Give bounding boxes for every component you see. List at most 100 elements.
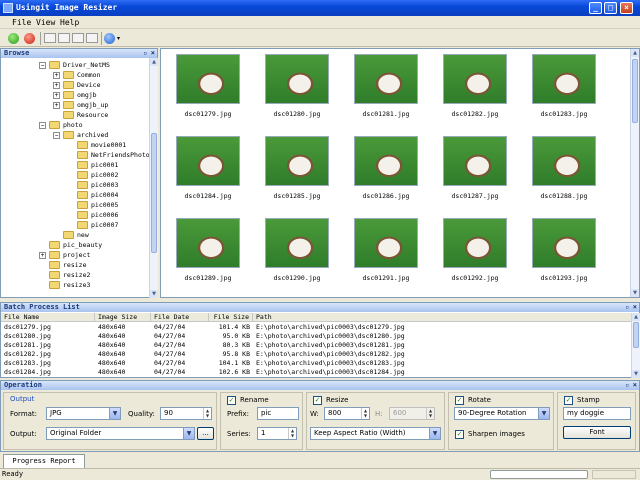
dog-photo-thumbnail[interactable] bbox=[265, 54, 329, 104]
expand-icon[interactable]: + bbox=[39, 251, 46, 259]
table-row[interactable]: dsc01284.jpg 480x640 04/27/04 102.6 KB E:\ph… bbox=[1, 368, 631, 377]
prefix-input[interactable]: pic bbox=[257, 407, 299, 420]
rotation-select[interactable]: 90-Degree Rotation ▼ bbox=[454, 407, 550, 420]
thumbnail-item[interactable]: dsc01279.jpg bbox=[176, 54, 240, 118]
table-row[interactable]: dsc01281.jpg 480x640 04/27/04 80.3 KB E:\pho… bbox=[1, 341, 631, 350]
scroll-thumb[interactable] bbox=[633, 322, 639, 348]
scroll-thumb[interactable] bbox=[632, 59, 638, 123]
width-stepper[interactable]: 800 ▲ ▼ bbox=[324, 407, 370, 420]
rotate-checkbox[interactable]: ✓ bbox=[455, 396, 464, 405]
thumbnail-item[interactable]: dsc01290.jpg bbox=[265, 218, 329, 282]
expand-icon[interactable]: + bbox=[53, 81, 60, 89]
browse-scrollbar[interactable]: ▲ ▼ bbox=[149, 58, 158, 298]
chevron-down-icon[interactable]: ▾ bbox=[117, 35, 120, 42]
table-row[interactable]: dsc01282.jpg 480x640 04/27/04 95.8 KB E:\pho… bbox=[1, 350, 631, 359]
thumbnail-item[interactable]: dsc01288.jpg bbox=[532, 136, 596, 200]
scroll-up-arrow[interactable]: ▲ bbox=[150, 58, 158, 66]
rename-checkbox[interactable]: ✓ bbox=[227, 396, 236, 405]
collapse-icon[interactable]: − bbox=[39, 61, 46, 69]
thumbnail-item[interactable]: dsc01281.jpg bbox=[354, 54, 418, 118]
dog-photo-thumbnail[interactable] bbox=[532, 218, 596, 268]
pin-icon[interactable]: ▫ bbox=[625, 381, 629, 390]
collapse-icon[interactable]: − bbox=[53, 131, 60, 139]
scroll-up-arrow[interactable]: ▲ bbox=[632, 313, 640, 321]
dog-photo-thumbnail[interactable] bbox=[443, 218, 507, 268]
dog-photo-thumbnail[interactable] bbox=[354, 54, 418, 104]
dog-photo-thumbnail[interactable] bbox=[443, 54, 507, 104]
collapse-icon[interactable]: − bbox=[39, 121, 46, 129]
tree-item[interactable]: + Device bbox=[53, 80, 100, 90]
tree-item[interactable]: movie0001 bbox=[67, 140, 126, 150]
thumbnail-scrollbar[interactable]: ▲ ▼ bbox=[630, 49, 639, 297]
tree-item[interactable]: resize bbox=[39, 260, 86, 270]
add-folder-icon[interactable] bbox=[58, 33, 70, 43]
format-select[interactable]: JPG ▼ bbox=[46, 407, 121, 420]
thumbnail-item[interactable]: dsc01289.jpg bbox=[176, 218, 240, 282]
expand-icon[interactable]: + bbox=[53, 91, 60, 99]
stamp-checkbox[interactable]: ✓ bbox=[564, 396, 573, 405]
close-button[interactable]: × bbox=[620, 2, 633, 14]
thumbnail-item[interactable]: dsc01286.jpg bbox=[354, 136, 418, 200]
table-row[interactable]: dsc01279.jpg 480x640 04/27/04 101.4 KB E:\ph… bbox=[1, 323, 631, 332]
thumbnail-item[interactable]: dsc01284.jpg bbox=[176, 136, 240, 200]
tree-item[interactable]: + omgjb_up bbox=[53, 100, 108, 110]
tree-item[interactable]: − archived bbox=[53, 130, 108, 140]
col-path[interactable]: Path bbox=[253, 313, 631, 322]
resize-checkbox[interactable]: ✓ bbox=[313, 396, 322, 405]
table-row[interactable]: dsc01280.jpg 480x640 04/27/04 95.0 KB E:\pho… bbox=[1, 332, 631, 341]
tree-item[interactable]: pic0002 bbox=[67, 170, 118, 180]
spin-arrows-icon[interactable]: ▲ ▼ bbox=[203, 408, 211, 419]
table-row[interactable]: dsc01283.jpg 480x640 04/27/04 104.1 KB E:\ph… bbox=[1, 359, 631, 368]
close-icon[interactable]: × bbox=[151, 49, 155, 58]
dog-photo-thumbnail[interactable] bbox=[532, 136, 596, 186]
menu-view[interactable]: View bbox=[36, 18, 55, 27]
tree-item[interactable]: − photo bbox=[39, 120, 83, 130]
tree-item[interactable]: pic0007 bbox=[67, 220, 118, 230]
stamp-text-input[interactable]: my doggie bbox=[563, 407, 631, 420]
close-icon[interactable]: × bbox=[633, 381, 637, 390]
tree-item[interactable]: pic_beauty bbox=[39, 240, 102, 250]
batch-scrollbar[interactable]: ▲ ▼ bbox=[631, 313, 640, 378]
tree-item[interactable]: pic0003 bbox=[67, 180, 118, 190]
thumbnail-item[interactable]: dsc01292.jpg bbox=[443, 218, 507, 282]
thumbnail-item[interactable]: dsc01293.jpg bbox=[532, 218, 596, 282]
thumbnail-item[interactable]: dsc01287.jpg bbox=[443, 136, 507, 200]
sharpen-checkbox[interactable]: ✓ bbox=[455, 430, 464, 439]
quality-stepper[interactable]: 90 ▲ ▼ bbox=[160, 407, 212, 420]
dog-photo-thumbnail[interactable] bbox=[354, 218, 418, 268]
col-file-date[interactable]: File Date bbox=[151, 313, 209, 322]
expand-icon[interactable]: + bbox=[53, 71, 60, 79]
resize-mode-select[interactable]: Keep Aspect Ratio (Width) ▼ bbox=[310, 427, 441, 440]
scroll-down-arrow[interactable]: ▼ bbox=[150, 290, 158, 298]
tab-progress-report[interactable]: Progress Report bbox=[3, 454, 85, 468]
thumbnail-item[interactable]: dsc01283.jpg bbox=[532, 54, 596, 118]
dog-photo-thumbnail[interactable] bbox=[176, 54, 240, 104]
height-stepper[interactable]: 600 ▲ ▼ bbox=[389, 407, 435, 420]
col-file-size[interactable]: File Size bbox=[209, 313, 253, 322]
thumbnail-item[interactable]: dsc01285.jpg bbox=[265, 136, 329, 200]
tree-item[interactable]: − Driver_NetMS bbox=[39, 60, 110, 70]
dog-photo-thumbnail[interactable] bbox=[354, 136, 418, 186]
browse-output-button[interactable]: ... bbox=[197, 427, 214, 440]
spin-arrows-icon[interactable]: ▲ ▼ bbox=[288, 428, 296, 439]
font-button[interactable]: Font bbox=[563, 426, 631, 439]
dog-photo-thumbnail[interactable] bbox=[532, 54, 596, 104]
tree-item[interactable]: pic0005 bbox=[67, 200, 118, 210]
tree-item[interactable]: resize3 bbox=[39, 280, 90, 290]
thumbnail-item[interactable]: dsc01280.jpg bbox=[265, 54, 329, 118]
scroll-thumb[interactable] bbox=[151, 133, 157, 253]
scroll-up-arrow[interactable]: ▲ bbox=[631, 49, 639, 57]
add-file-icon[interactable] bbox=[44, 33, 56, 43]
tree-item[interactable]: + project bbox=[39, 250, 90, 260]
tree-item[interactable]: NetFriendsPhoto bbox=[67, 150, 150, 160]
scroll-down-arrow[interactable]: ▼ bbox=[631, 289, 639, 297]
dog-photo-thumbnail[interactable] bbox=[176, 136, 240, 186]
expand-icon[interactable]: + bbox=[53, 101, 60, 109]
scroll-down-arrow[interactable]: ▼ bbox=[632, 370, 640, 378]
help-icon[interactable] bbox=[104, 33, 115, 44]
tree-item[interactable]: pic0006 bbox=[67, 210, 118, 220]
clear-list-icon[interactable] bbox=[86, 33, 98, 43]
tree-item[interactable]: Resource bbox=[53, 110, 108, 120]
dog-photo-thumbnail[interactable] bbox=[176, 218, 240, 268]
thumbnail-item[interactable]: dsc01282.jpg bbox=[443, 54, 507, 118]
